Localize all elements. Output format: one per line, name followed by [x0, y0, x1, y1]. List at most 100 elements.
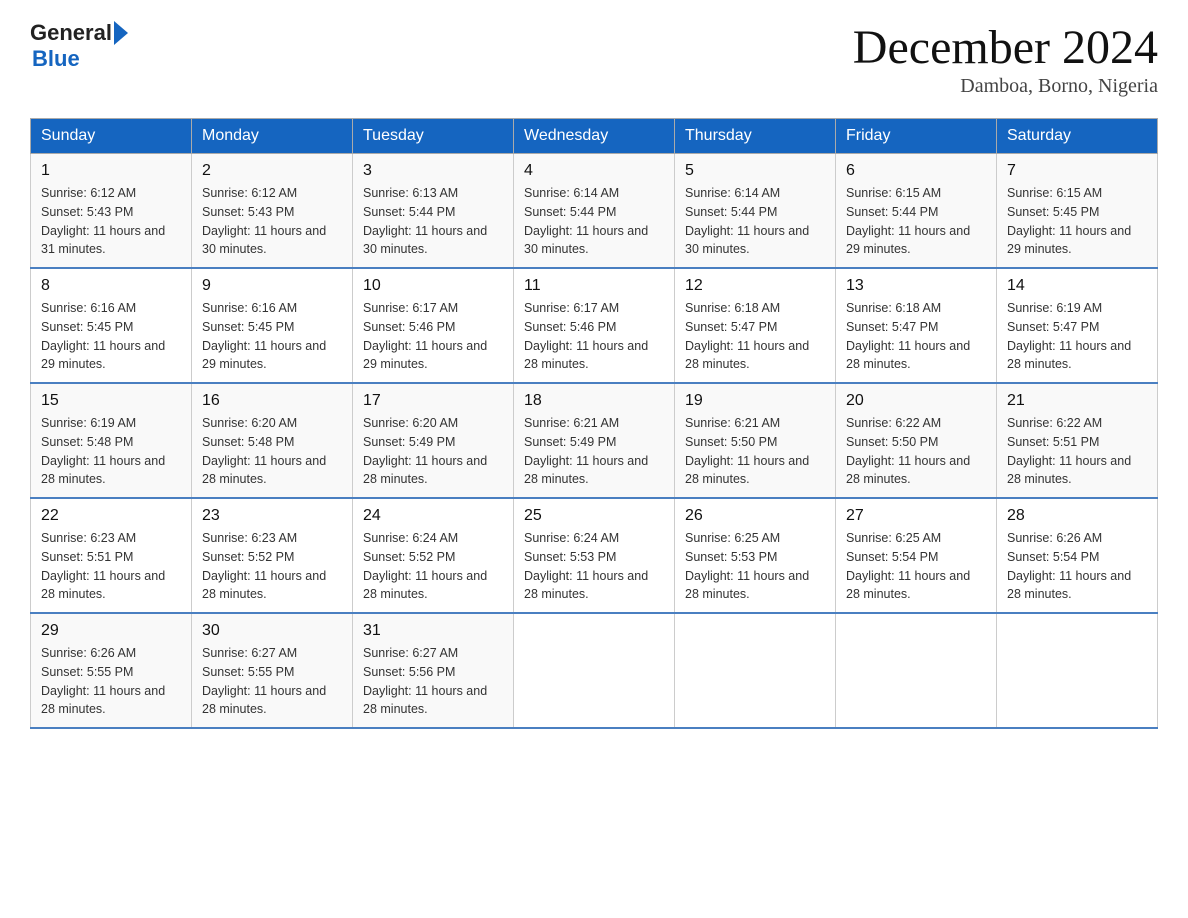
day-number: 11: [524, 277, 664, 295]
table-row: 16 Sunrise: 6:20 AMSunset: 5:48 PMDaylig…: [192, 383, 353, 498]
day-info: Sunrise: 6:12 AMSunset: 5:43 PMDaylight:…: [41, 186, 165, 256]
calendar-week-3: 15 Sunrise: 6:19 AMSunset: 5:48 PMDaylig…: [31, 383, 1158, 498]
day-number: 29: [41, 622, 181, 640]
day-info: Sunrise: 6:21 AMSunset: 5:49 PMDaylight:…: [524, 416, 648, 486]
location-title: Damboa, Borno, Nigeria: [853, 75, 1158, 98]
day-info: Sunrise: 6:16 AMSunset: 5:45 PMDaylight:…: [41, 301, 165, 371]
logo-arrow-icon: [114, 21, 128, 45]
day-number: 1: [41, 162, 181, 180]
day-info: Sunrise: 6:24 AMSunset: 5:52 PMDaylight:…: [363, 531, 487, 601]
table-row: 19 Sunrise: 6:21 AMSunset: 5:50 PMDaylig…: [675, 383, 836, 498]
table-row: 23 Sunrise: 6:23 AMSunset: 5:52 PMDaylig…: [192, 498, 353, 613]
day-number: 24: [363, 507, 503, 525]
table-row: [675, 613, 836, 728]
header-monday: Monday: [192, 119, 353, 154]
day-number: 5: [685, 162, 825, 180]
header-thursday: Thursday: [675, 119, 836, 154]
table-row: 29 Sunrise: 6:26 AMSunset: 5:55 PMDaylig…: [31, 613, 192, 728]
table-row: 18 Sunrise: 6:21 AMSunset: 5:49 PMDaylig…: [514, 383, 675, 498]
header-saturday: Saturday: [997, 119, 1158, 154]
day-number: 15: [41, 392, 181, 410]
day-number: 19: [685, 392, 825, 410]
day-number: 31: [363, 622, 503, 640]
table-row: [836, 613, 997, 728]
day-number: 17: [363, 392, 503, 410]
day-number: 30: [202, 622, 342, 640]
day-number: 12: [685, 277, 825, 295]
day-number: 14: [1007, 277, 1147, 295]
table-row: 15 Sunrise: 6:19 AMSunset: 5:48 PMDaylig…: [31, 383, 192, 498]
header-friday: Friday: [836, 119, 997, 154]
day-number: 25: [524, 507, 664, 525]
day-info: Sunrise: 6:23 AMSunset: 5:51 PMDaylight:…: [41, 531, 165, 601]
day-info: Sunrise: 6:17 AMSunset: 5:46 PMDaylight:…: [524, 301, 648, 371]
day-info: Sunrise: 6:21 AMSunset: 5:50 PMDaylight:…: [685, 416, 809, 486]
day-info: Sunrise: 6:26 AMSunset: 5:54 PMDaylight:…: [1007, 531, 1131, 601]
day-info: Sunrise: 6:22 AMSunset: 5:50 PMDaylight:…: [846, 416, 970, 486]
day-info: Sunrise: 6:14 AMSunset: 5:44 PMDaylight:…: [685, 186, 809, 256]
day-info: Sunrise: 6:14 AMSunset: 5:44 PMDaylight:…: [524, 186, 648, 256]
day-info: Sunrise: 6:15 AMSunset: 5:45 PMDaylight:…: [1007, 186, 1131, 256]
day-info: Sunrise: 6:19 AMSunset: 5:48 PMDaylight:…: [41, 416, 165, 486]
table-row: [514, 613, 675, 728]
table-row: 9 Sunrise: 6:16 AMSunset: 5:45 PMDayligh…: [192, 268, 353, 383]
day-info: Sunrise: 6:23 AMSunset: 5:52 PMDaylight:…: [202, 531, 326, 601]
table-row: 17 Sunrise: 6:20 AMSunset: 5:49 PMDaylig…: [353, 383, 514, 498]
table-row: 12 Sunrise: 6:18 AMSunset: 5:47 PMDaylig…: [675, 268, 836, 383]
day-number: 4: [524, 162, 664, 180]
weekday-header-row: Sunday Monday Tuesday Wednesday Thursday…: [31, 119, 1158, 154]
table-row: 22 Sunrise: 6:23 AMSunset: 5:51 PMDaylig…: [31, 498, 192, 613]
day-number: 28: [1007, 507, 1147, 525]
day-info: Sunrise: 6:18 AMSunset: 5:47 PMDaylight:…: [846, 301, 970, 371]
day-info: Sunrise: 6:18 AMSunset: 5:47 PMDaylight:…: [685, 301, 809, 371]
table-row: 14 Sunrise: 6:19 AMSunset: 5:47 PMDaylig…: [997, 268, 1158, 383]
table-row: 30 Sunrise: 6:27 AMSunset: 5:55 PMDaylig…: [192, 613, 353, 728]
table-row: 1 Sunrise: 6:12 AMSunset: 5:43 PMDayligh…: [31, 154, 192, 269]
day-info: Sunrise: 6:25 AMSunset: 5:54 PMDaylight:…: [846, 531, 970, 601]
table-row: 26 Sunrise: 6:25 AMSunset: 5:53 PMDaylig…: [675, 498, 836, 613]
table-row: 3 Sunrise: 6:13 AMSunset: 5:44 PMDayligh…: [353, 154, 514, 269]
title-section: December 2024 Damboa, Borno, Nigeria: [853, 20, 1158, 98]
day-number: 8: [41, 277, 181, 295]
table-row: 8 Sunrise: 6:16 AMSunset: 5:45 PMDayligh…: [31, 268, 192, 383]
day-info: Sunrise: 6:26 AMSunset: 5:55 PMDaylight:…: [41, 646, 165, 716]
header-wednesday: Wednesday: [514, 119, 675, 154]
day-number: 23: [202, 507, 342, 525]
calendar-week-4: 22 Sunrise: 6:23 AMSunset: 5:51 PMDaylig…: [31, 498, 1158, 613]
table-row: 21 Sunrise: 6:22 AMSunset: 5:51 PMDaylig…: [997, 383, 1158, 498]
table-row: 13 Sunrise: 6:18 AMSunset: 5:47 PMDaylig…: [836, 268, 997, 383]
day-number: 21: [1007, 392, 1147, 410]
table-row: 31 Sunrise: 6:27 AMSunset: 5:56 PMDaylig…: [353, 613, 514, 728]
table-row: 7 Sunrise: 6:15 AMSunset: 5:45 PMDayligh…: [997, 154, 1158, 269]
header-sunday: Sunday: [31, 119, 192, 154]
day-info: Sunrise: 6:27 AMSunset: 5:56 PMDaylight:…: [363, 646, 487, 716]
day-info: Sunrise: 6:17 AMSunset: 5:46 PMDaylight:…: [363, 301, 487, 371]
day-number: 7: [1007, 162, 1147, 180]
day-number: 26: [685, 507, 825, 525]
day-info: Sunrise: 6:20 AMSunset: 5:48 PMDaylight:…: [202, 416, 326, 486]
calendar-week-2: 8 Sunrise: 6:16 AMSunset: 5:45 PMDayligh…: [31, 268, 1158, 383]
calendar-week-5: 29 Sunrise: 6:26 AMSunset: 5:55 PMDaylig…: [31, 613, 1158, 728]
page-header: General Blue December 2024 Damboa, Borno…: [30, 20, 1158, 98]
calendar-week-1: 1 Sunrise: 6:12 AMSunset: 5:43 PMDayligh…: [31, 154, 1158, 269]
day-info: Sunrise: 6:22 AMSunset: 5:51 PMDaylight:…: [1007, 416, 1131, 486]
table-row: 20 Sunrise: 6:22 AMSunset: 5:50 PMDaylig…: [836, 383, 997, 498]
logo-text-general: General: [30, 20, 112, 46]
day-info: Sunrise: 6:16 AMSunset: 5:45 PMDaylight:…: [202, 301, 326, 371]
calendar-table: Sunday Monday Tuesday Wednesday Thursday…: [30, 118, 1158, 729]
table-row: [997, 613, 1158, 728]
table-row: 2 Sunrise: 6:12 AMSunset: 5:43 PMDayligh…: [192, 154, 353, 269]
month-title: December 2024: [853, 20, 1158, 75]
day-number: 22: [41, 507, 181, 525]
day-number: 9: [202, 277, 342, 295]
day-info: Sunrise: 6:25 AMSunset: 5:53 PMDaylight:…: [685, 531, 809, 601]
table-row: 10 Sunrise: 6:17 AMSunset: 5:46 PMDaylig…: [353, 268, 514, 383]
table-row: 5 Sunrise: 6:14 AMSunset: 5:44 PMDayligh…: [675, 154, 836, 269]
logo: General Blue: [30, 20, 128, 72]
header-tuesday: Tuesday: [353, 119, 514, 154]
day-info: Sunrise: 6:15 AMSunset: 5:44 PMDaylight:…: [846, 186, 970, 256]
logo-text-blue: Blue: [32, 46, 128, 72]
day-info: Sunrise: 6:13 AMSunset: 5:44 PMDaylight:…: [363, 186, 487, 256]
day-number: 27: [846, 507, 986, 525]
day-number: 6: [846, 162, 986, 180]
